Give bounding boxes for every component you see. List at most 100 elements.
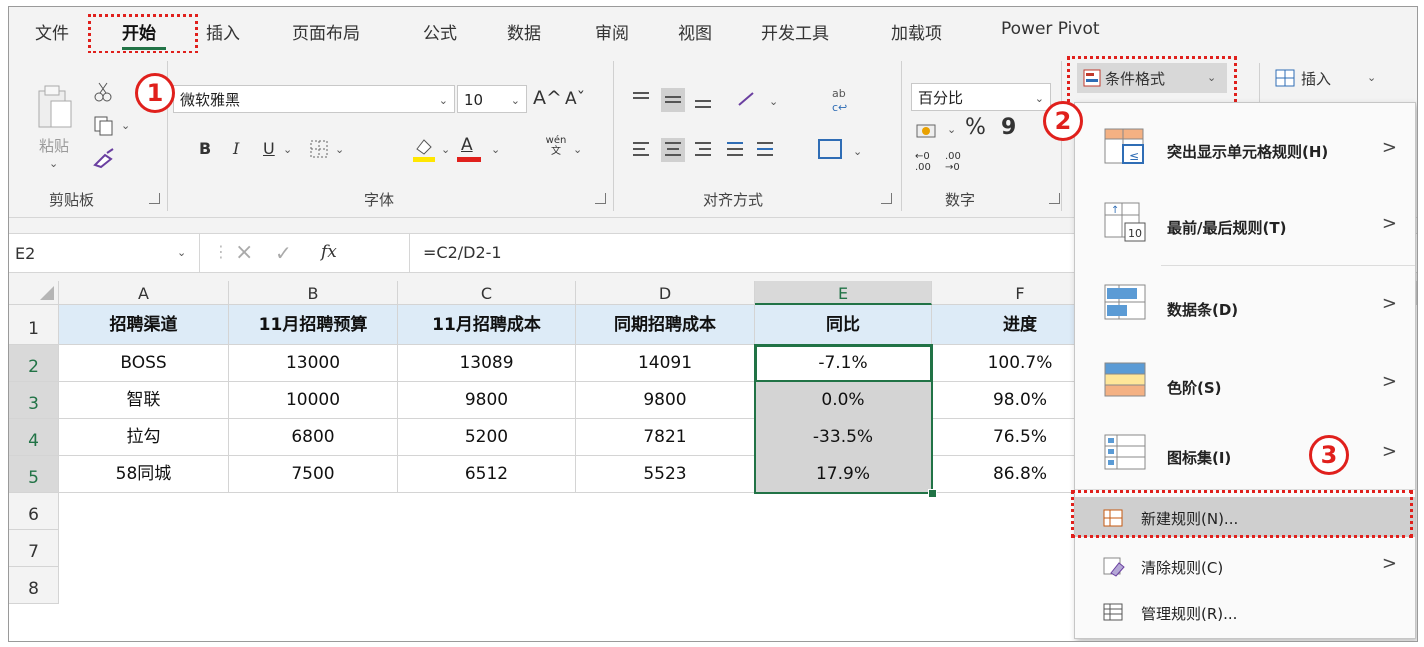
select-all-corner[interactable]	[9, 281, 59, 305]
clipboard-launcher-icon[interactable]	[149, 193, 160, 204]
tab-formulas[interactable]: 公式	[423, 19, 457, 44]
accounting-dropdown-icon[interactable]: ⌄	[947, 123, 956, 136]
table-cell[interactable]: 6800	[229, 419, 398, 456]
tab-view[interactable]: 视图	[678, 19, 712, 44]
copy-icon[interactable]	[93, 115, 115, 137]
table-cell[interactable]: 14091	[576, 345, 755, 382]
wrap-text-icon[interactable]: ab c↩	[829, 85, 855, 115]
underline-dropdown-icon[interactable]: ⌄	[283, 143, 292, 156]
table-cell[interactable]: -7.1%	[755, 345, 932, 382]
fill-color-dropdown-icon[interactable]: ⌄	[441, 143, 450, 156]
tab-addins[interactable]: 加载项	[891, 19, 942, 44]
copy-dropdown-icon[interactable]: ⌄	[121, 119, 130, 132]
table-cell[interactable]: 5200	[398, 419, 576, 456]
table-cell[interactable]: 7821	[576, 419, 755, 456]
table-cell[interactable]: 17.9%	[755, 456, 932, 493]
phonetic-button[interactable]: wén 文	[545, 135, 567, 157]
border-icon[interactable]	[309, 139, 331, 159]
table-cell[interactable]: -33.5%	[755, 419, 932, 456]
menu-item-highlight-rules[interactable]: ≤ 突出显示单元格规则(H) >	[1075, 121, 1415, 181]
bold-button[interactable]: B	[199, 139, 211, 158]
table-cell[interactable]: 13089	[398, 345, 576, 382]
tab-page-layout[interactable]: 页面布局	[292, 19, 360, 44]
table-cell[interactable]: 13000	[229, 345, 398, 382]
border-dropdown-icon[interactable]: ⌄	[335, 143, 344, 156]
percent-style-button[interactable]: %	[965, 115, 986, 140]
menu-item-color-scales[interactable]: 色阶(S) >	[1075, 353, 1415, 413]
font-name-combo[interactable]: 微软雅黑 ⌄	[173, 85, 455, 113]
row-header[interactable]: 1	[9, 305, 59, 345]
formula-input[interactable]: =C2/D2-1	[423, 243, 502, 262]
fill-color-icon[interactable]	[411, 135, 437, 163]
table-cell[interactable]: 7500	[229, 456, 398, 493]
cancel-formula-icon[interactable]: ×	[235, 240, 253, 265]
table-cell[interactable]: 9800	[576, 382, 755, 419]
table-cell[interactable]: 智联	[59, 382, 229, 419]
grow-font-button[interactable]: A^	[533, 87, 562, 109]
chevron-down-icon: ⌄	[1034, 92, 1044, 105]
table-cell[interactable]: 0.0%	[755, 382, 932, 419]
header-cell[interactable]: 同期招聘成本	[576, 305, 755, 345]
font-launcher-icon[interactable]	[595, 193, 606, 204]
cut-icon[interactable]	[93, 81, 113, 103]
number-launcher-icon[interactable]	[1049, 193, 1060, 204]
row-header[interactable]: 2	[9, 345, 59, 382]
column-header-e[interactable]: E	[755, 281, 932, 305]
header-cell[interactable]: 11月招聘预算	[229, 305, 398, 345]
alignment-launcher-icon[interactable]	[881, 193, 892, 204]
column-header-b[interactable]: B	[229, 281, 398, 305]
menu-item-manage-rules[interactable]: 管理规则(R)...	[1075, 593, 1415, 633]
menu-item-top-bottom-rules[interactable]: ↑ 10 最前/最后规则(T) >	[1075, 195, 1415, 255]
table-cell[interactable]: 5523	[576, 456, 755, 493]
column-header-c[interactable]: C	[398, 281, 576, 305]
table-cell[interactable]: 拉勾	[59, 419, 229, 456]
phonetic-dropdown-icon[interactable]: ⌄	[573, 143, 582, 156]
column-header-a[interactable]: A	[59, 281, 229, 305]
row-header[interactable]: 7	[9, 530, 59, 567]
vertical-align-icons[interactable]: ⌄	[629, 87, 819, 113]
table-cell[interactable]: 9800	[398, 382, 576, 419]
comma-style-button[interactable]: 9	[1001, 115, 1016, 140]
insert-function-icon[interactable]: fx	[321, 242, 337, 262]
svg-text:↑: ↑	[1111, 205, 1119, 216]
table-cell[interactable]: 10000	[229, 382, 398, 419]
shrink-font-button[interactable]: Aˇ	[565, 89, 585, 109]
number-format-combo[interactable]: 百分比 ⌄	[911, 83, 1051, 111]
row-header[interactable]: 5	[9, 456, 59, 493]
font-color-dropdown-icon[interactable]: ⌄	[491, 143, 500, 156]
header-cell[interactable]: 11月招聘成本	[398, 305, 576, 345]
tab-data[interactable]: 数据	[507, 19, 541, 44]
tab-file[interactable]: 文件	[35, 19, 69, 44]
menu-item-icon-sets[interactable]: 图标集(I) >	[1075, 425, 1415, 485]
insert-cells-button[interactable]: 插入 ⌄	[1271, 63, 1391, 93]
row-header[interactable]: 6	[9, 493, 59, 530]
tab-insert[interactable]: 插入	[206, 19, 240, 44]
horizontal-align-icons[interactable]: ⌄	[629, 137, 899, 163]
fill-handle[interactable]	[928, 489, 937, 498]
table-cell[interactable]: 6512	[398, 456, 576, 493]
increase-decimal-button[interactable]: ←0 .00	[915, 151, 939, 173]
table-cell[interactable]: 58同城	[59, 456, 229, 493]
header-cell[interactable]: 同比	[755, 305, 932, 345]
column-header-d[interactable]: D	[576, 281, 755, 305]
clipboard-group-label: 剪贴板	[49, 191, 95, 209]
italic-button[interactable]: I	[233, 139, 239, 158]
tab-developer[interactable]: 开发工具	[761, 19, 829, 44]
underline-button[interactable]: U	[263, 139, 275, 158]
table-cell[interactable]: BOSS	[59, 345, 229, 382]
font-size-combo[interactable]: 10 ⌄	[457, 85, 527, 113]
menu-item-data-bars[interactable]: 数据条(D) >	[1075, 275, 1415, 335]
decrease-decimal-button[interactable]: .00 →0	[945, 151, 969, 173]
format-painter-icon[interactable]	[91, 147, 117, 169]
row-header[interactable]: 3	[9, 382, 59, 419]
tab-review[interactable]: 审阅	[595, 19, 629, 44]
name-box[interactable]: E2 ⌄	[9, 234, 200, 272]
header-cell[interactable]: 招聘渠道	[59, 305, 229, 345]
row-header[interactable]: 4	[9, 419, 59, 456]
menu-item-label: 清除规则(C)	[1141, 559, 1224, 577]
row-header[interactable]: 8	[9, 567, 59, 604]
enter-formula-icon[interactable]: ✓	[275, 241, 292, 265]
menu-item-clear-rules[interactable]: 清除规则(C) >	[1075, 547, 1415, 587]
accounting-format-icon[interactable]	[915, 121, 939, 141]
tab-power-pivot[interactable]: Power Pivot	[1001, 19, 1100, 39]
